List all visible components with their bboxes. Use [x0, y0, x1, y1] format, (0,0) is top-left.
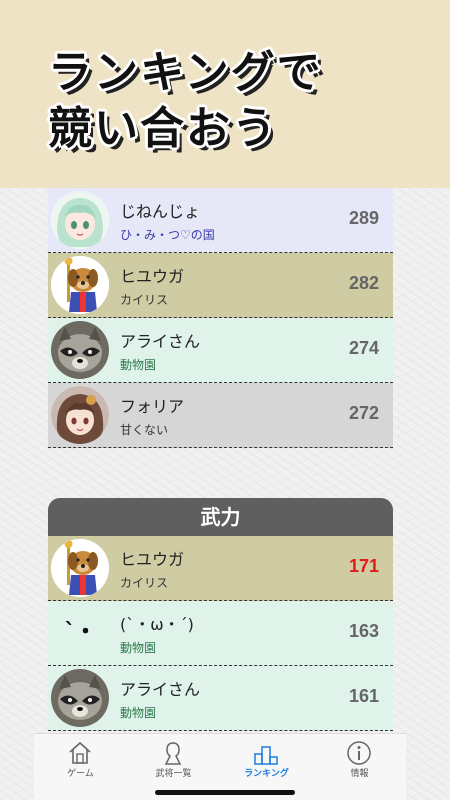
overall-ranking-list: じねんじょ ひ・み・つ♡の国 289 ヒユウガ カイリス 282 アライさん 動… — [48, 188, 393, 448]
tab-info[interactable]: 情報 — [313, 734, 406, 800]
dog-mascot-avatar — [51, 256, 109, 314]
player-score: 163 — [348, 621, 379, 641]
ranking-row[interactable]: じねんじょ ひ・み・つ♡の国 289 — [48, 188, 393, 253]
home-icon — [69, 741, 91, 764]
player-name: アライさん — [120, 332, 201, 351]
power-ranking-list: ヒユウガ カイリス 171 `・ω・´ (`・ω・´) 動物園 163 アライさ… — [48, 536, 393, 731]
tab-label: 武将一覧 — [155, 769, 192, 779]
player-name: ヒユウガ — [120, 267, 185, 286]
avatar — [51, 539, 109, 597]
avatar — [51, 256, 109, 314]
tab-label: 情報 — [350, 769, 369, 779]
tab-label: ランキング — [244, 769, 289, 779]
avatar — [51, 669, 109, 727]
player-score: 289 — [348, 208, 379, 228]
section-header-power: 武力 — [48, 498, 393, 536]
player-country: 動物園 — [120, 641, 157, 655]
player-name: (`・ω・´) — [120, 615, 194, 634]
player-name: じねんじょ — [120, 202, 201, 221]
person-silhouette-icon — [164, 742, 182, 765]
promo-banner: ランキングで 競い合おう — [0, 0, 450, 188]
player-score: 161 — [348, 686, 379, 706]
player-country: カイリス — [120, 576, 169, 590]
player-name: フォリア — [120, 397, 185, 416]
ranking-row[interactable]: アライさん 動物園 161 — [48, 666, 393, 731]
podium-icon — [254, 746, 278, 765]
player-country: カイリス — [120, 293, 169, 307]
avatar — [51, 321, 109, 379]
home-indicator[interactable] — [155, 790, 295, 795]
info-icon — [347, 741, 371, 765]
ranking-row[interactable]: ヒユウガ カイリス 171 — [48, 536, 393, 601]
ranking-row[interactable]: アライさん 動物園 274 — [48, 318, 393, 383]
anime-girl-brown-hair-avatar — [51, 386, 109, 444]
emoticon-avatar: `・ω・´ — [55, 620, 105, 709]
avatar — [51, 191, 109, 249]
player-score: 274 — [348, 338, 379, 358]
anime-girl-green-hair-avatar — [51, 191, 109, 249]
dog-mascot-avatar — [51, 539, 109, 597]
player-country: ひ・み・つ♡の国 — [120, 228, 215, 242]
player-name: ヒユウガ — [120, 550, 185, 569]
tab-label: ゲーム — [67, 769, 94, 779]
tab-game[interactable]: ゲーム — [34, 734, 127, 800]
ranking-row[interactable]: ヒユウガ カイリス 282 — [48, 253, 393, 318]
raccoon-avatar — [51, 321, 109, 379]
player-country: 動物園 — [120, 706, 157, 720]
banner-headline-line2: 競い合おう — [48, 103, 278, 154]
player-name: アライさん — [120, 680, 201, 699]
player-country: 甘くない — [120, 423, 169, 437]
player-country: 動物園 — [120, 358, 157, 372]
ranking-row[interactable]: フォリア 甘くない 272 — [48, 383, 393, 448]
banner-headline-line1: ランキングで — [48, 47, 323, 98]
player-score: 282 — [348, 273, 379, 293]
player-score: 171 — [348, 556, 379, 576]
player-score: 272 — [348, 403, 379, 423]
raccoon-avatar — [51, 669, 109, 727]
ranking-row[interactable]: `・ω・´ (`・ω・´) 動物園 163 — [48, 601, 393, 709]
avatar — [51, 386, 109, 444]
